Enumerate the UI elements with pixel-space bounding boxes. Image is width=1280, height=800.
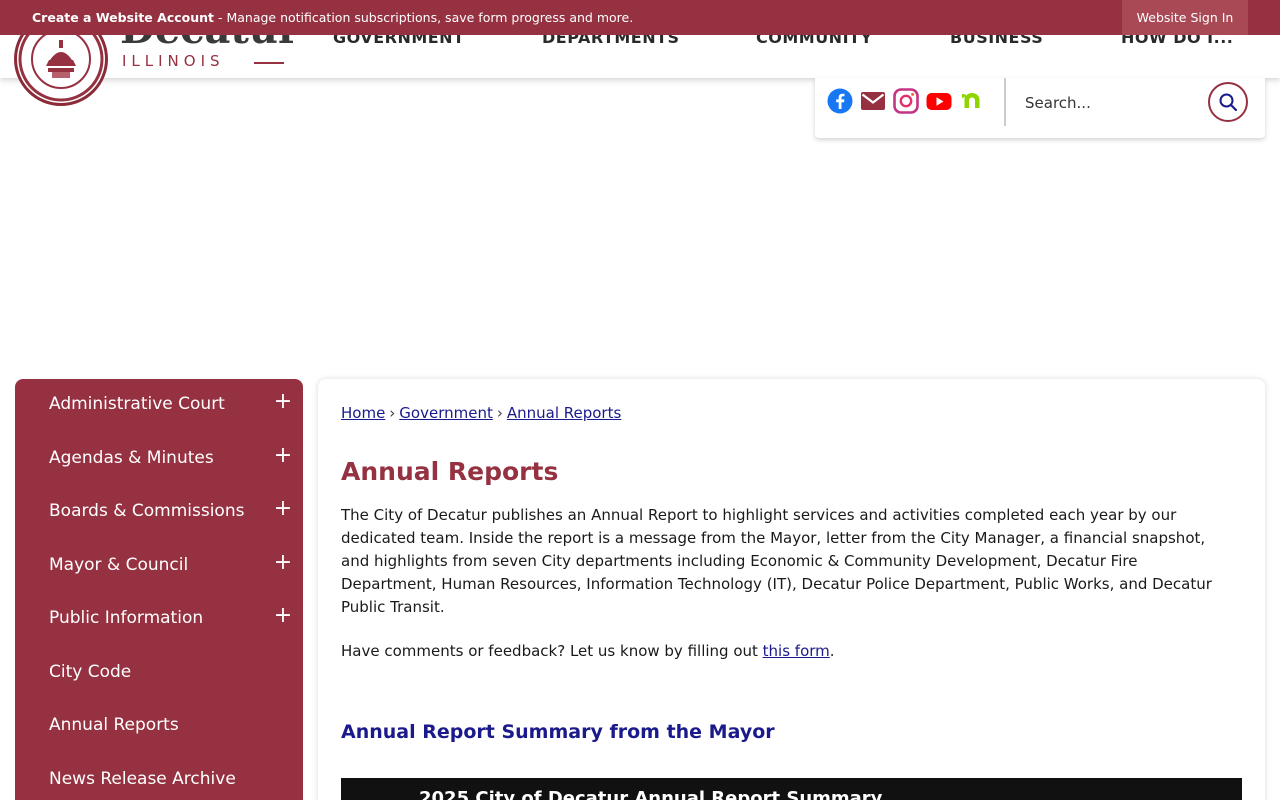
section-heading: Annual Report Summary from the Mayor xyxy=(341,721,775,743)
social-links xyxy=(827,88,985,114)
sidebar-item-label: Boards & Commissions xyxy=(49,501,245,521)
feedback-suffix: . xyxy=(829,642,835,660)
search-button[interactable] xyxy=(1208,82,1248,122)
breadcrumb-separator: › xyxy=(389,404,396,422)
email-icon[interactable] xyxy=(860,88,886,114)
intro-paragraph: The City of Decatur publishes an Annual … xyxy=(341,506,1212,616)
sidebar-item-boards-commissions[interactable]: Boards & Commissions + xyxy=(15,486,303,539)
sidebar-item-label: Annual Reports xyxy=(49,715,179,735)
sidebar-item-label: News Release Archive xyxy=(49,769,236,789)
video-embed[interactable]: 2025 City of Decatur Annual Report Summa… xyxy=(341,778,1242,800)
breadcrumb-separator: › xyxy=(496,404,503,422)
youtube-icon[interactable] xyxy=(926,88,952,114)
page-title: Annual Reports xyxy=(341,457,559,486)
sidebar-item-city-code[interactable]: City Code xyxy=(15,647,303,700)
sidebar-item-public-information[interactable]: Public Information + xyxy=(15,593,303,646)
expand-plus-icon[interactable]: + xyxy=(273,549,293,577)
feedback-paragraph: Have comments or feedback? Let us know b… xyxy=(341,640,1231,663)
facebook-icon[interactable] xyxy=(827,88,853,114)
expand-plus-icon[interactable]: + xyxy=(273,442,293,470)
breadcrumb-current-link[interactable]: Annual Reports xyxy=(507,404,621,422)
sidebar-item-label: City Code xyxy=(49,662,132,682)
logo-rule xyxy=(254,62,284,64)
sidebar-navigation: Administrative Court + Agendas & Minutes… xyxy=(15,379,303,800)
video-title: 2025 City of Decatur Annual Report Summa… xyxy=(419,788,883,800)
nextdoor-icon[interactable] xyxy=(959,88,985,114)
breadcrumb-government-link[interactable]: Government xyxy=(399,404,493,422)
main-content: Home › Government › Annual Reports Annual Re… xyxy=(318,379,1265,800)
sidebar-item-annual-reports[interactable]: Annual Reports xyxy=(15,700,303,753)
feedback-text: Have comments or feedback? Let us know b… xyxy=(341,642,763,660)
logo-subtitle: ILLINOIS xyxy=(122,52,225,70)
sidebar-item-mayor-council[interactable]: Mayor & Council + xyxy=(15,540,303,593)
panel-divider xyxy=(1004,78,1006,126)
breadcrumb: Home › Government › Annual Reports xyxy=(341,404,621,422)
sidebar-item-news-release-archive[interactable]: News Release Archive xyxy=(15,754,303,800)
breadcrumb-home-link[interactable]: Home xyxy=(341,404,385,422)
sidebar-item-label: Public Information xyxy=(49,608,204,628)
search-input[interactable] xyxy=(1015,86,1195,120)
sidebar-item-administrative-court[interactable]: Administrative Court + xyxy=(15,379,303,432)
search-icon xyxy=(1219,93,1238,112)
sidebar-item-agendas-minutes[interactable]: Agendas & Minutes + xyxy=(15,433,303,486)
expand-plus-icon[interactable]: + xyxy=(273,388,293,416)
feedback-form-link[interactable]: this form xyxy=(763,642,830,660)
expand-plus-icon[interactable]: + xyxy=(273,602,293,630)
sidebar-item-label: Agendas & Minutes xyxy=(49,448,214,468)
sidebar-item-label: Administrative Court xyxy=(49,394,225,414)
account-banner: Create a Website Account - Manage notifi… xyxy=(0,0,1280,35)
expand-plus-icon[interactable]: + xyxy=(273,495,293,523)
instagram-icon[interactable] xyxy=(893,88,919,114)
social-search-panel xyxy=(815,78,1265,138)
create-account-link[interactable]: Create a Website Account xyxy=(32,10,214,25)
sidebar-item-label: Mayor & Council xyxy=(49,555,189,575)
account-banner-message: - Manage notification subscriptions, sav… xyxy=(214,10,634,25)
account-banner-text: Create a Website Account - Manage notifi… xyxy=(32,10,633,25)
website-sign-in-button[interactable]: Website Sign In xyxy=(1122,0,1248,35)
